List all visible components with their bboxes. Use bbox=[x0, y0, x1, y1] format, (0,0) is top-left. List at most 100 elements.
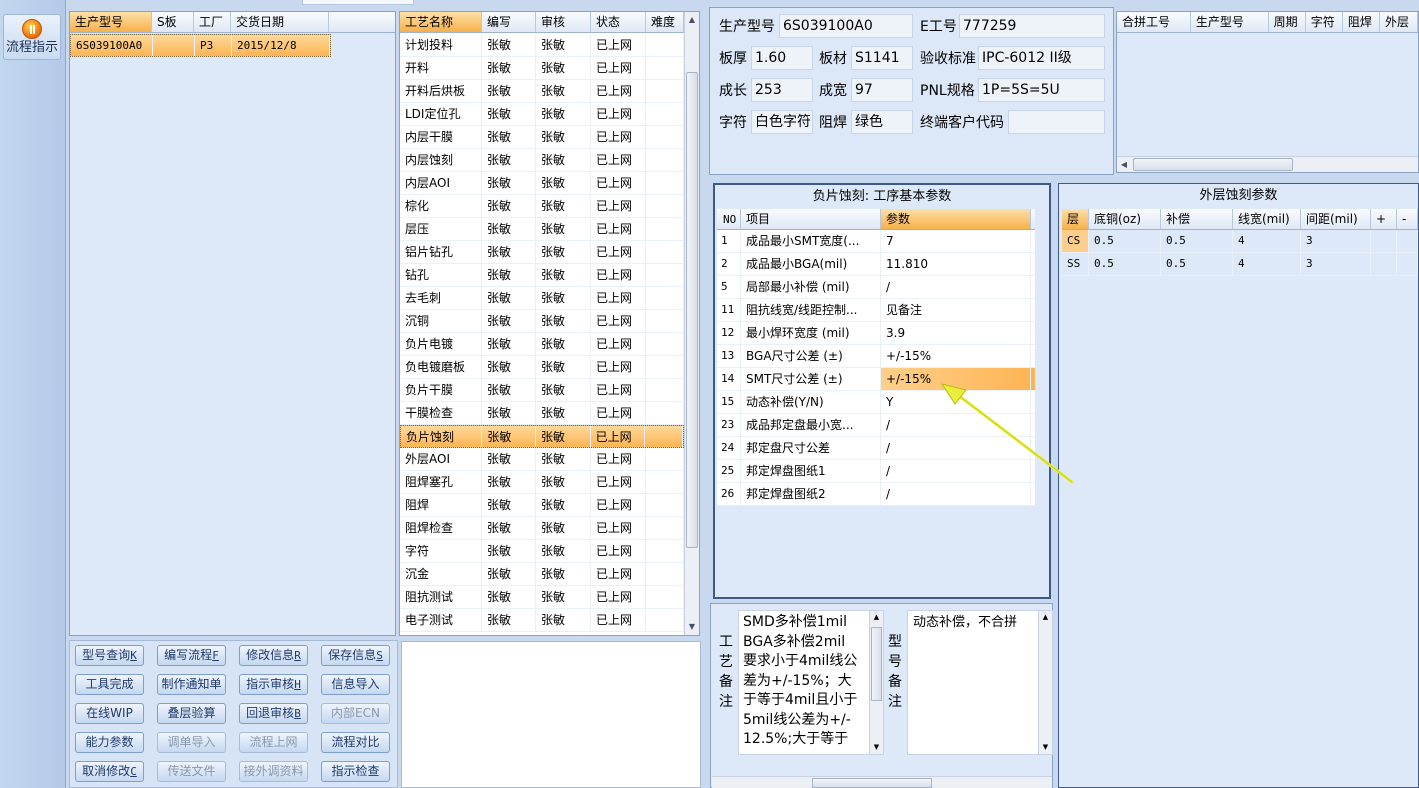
hscroll-thumb[interactable] bbox=[812, 778, 932, 788]
table-row[interactable]: 阻焊 张敏 张敏 已上网 bbox=[400, 494, 684, 517]
col-mask[interactable]: 阻焊 bbox=[1343, 12, 1380, 32]
button-4[interactable]: 工具完成 bbox=[75, 674, 144, 695]
col-reviewer[interactable]: 审核 bbox=[536, 12, 591, 32]
table-row[interactable]: 内层AOI 张敏 张敏 已上网 bbox=[400, 172, 684, 195]
table-row[interactable]: 沉金 张敏 张敏 已上网 bbox=[400, 563, 684, 586]
col-combine-model[interactable]: 生产型号 bbox=[1191, 12, 1269, 32]
scroll-up-arrow[interactable]: ▲ bbox=[1039, 611, 1052, 624]
button-0[interactable]: 型号查询K bbox=[75, 645, 144, 666]
button-17[interactable]: 传送文件 bbox=[157, 761, 226, 782]
width-field[interactable]: 97 bbox=[851, 78, 913, 102]
col-item[interactable]: 项目 bbox=[741, 209, 881, 229]
table-row[interactable]: 字符 张敏 张敏 已上网 bbox=[400, 540, 684, 563]
col-compensation[interactable]: 补偿 bbox=[1161, 209, 1233, 229]
process-note-scrollbar[interactable]: ▲ ▼ bbox=[869, 611, 883, 754]
model-field[interactable]: 6S039100A0 bbox=[779, 14, 913, 38]
table-row[interactable]: 12 最小焊环宽度 (mil) 3.9 bbox=[717, 322, 1035, 345]
button-12[interactable]: 能力参数 bbox=[75, 732, 144, 753]
table-row[interactable]: 电子测试 张敏 张敏 已上网 bbox=[400, 609, 684, 632]
col-char[interactable]: 字符 bbox=[1306, 12, 1343, 32]
col-line-width[interactable]: 线宽(mil) bbox=[1233, 209, 1301, 229]
table-row[interactable]: 阻焊检查 张敏 张敏 已上网 bbox=[400, 517, 684, 540]
scroll-left-arrow[interactable]: ◀ bbox=[1117, 157, 1131, 172]
scroll-thumb[interactable] bbox=[871, 627, 882, 701]
col-model[interactable]: 生产型号 bbox=[70, 12, 152, 32]
combine-hscrollbar[interactable]: ◀ bbox=[1117, 156, 1418, 172]
col-spacing[interactable]: 间距(mil) bbox=[1301, 209, 1371, 229]
pnl-field[interactable]: 1P=5S=5U bbox=[978, 78, 1105, 102]
table-row[interactable]: 外层AOI 张敏 张敏 已上网 bbox=[400, 448, 684, 471]
table-row[interactable]: 计划投料 张敏 张敏 已上网 bbox=[400, 34, 684, 57]
col-base-copper[interactable]: 底铜(oz) bbox=[1089, 209, 1161, 229]
customer-field[interactable] bbox=[1008, 110, 1105, 134]
table-row[interactable]: 13 BGA尺寸公差 (±) +/-15% bbox=[717, 345, 1035, 368]
table-row[interactable]: 沉铜 张敏 张敏 已上网 bbox=[400, 310, 684, 333]
notes-hscrollbar[interactable] bbox=[712, 776, 1052, 788]
col-minus[interactable]: - bbox=[1397, 209, 1418, 229]
scroll-down-arrow[interactable]: ▼ bbox=[1039, 741, 1052, 754]
col-outer[interactable]: 外层 bbox=[1380, 12, 1418, 32]
table-row[interactable]: 阻抗测试 张敏 张敏 已上网 bbox=[400, 586, 684, 609]
length-field[interactable]: 253 bbox=[751, 78, 813, 102]
scroll-down-arrow[interactable]: ▼ bbox=[870, 741, 883, 754]
col-combine-no[interactable]: 合拼工号 bbox=[1117, 12, 1191, 32]
col-difficulty[interactable]: 难度 bbox=[646, 12, 684, 32]
col-no[interactable]: NO bbox=[717, 209, 741, 229]
table-row[interactable]: CS 0.5 0.5 4 3 bbox=[1062, 230, 1418, 253]
hscroll-thumb[interactable] bbox=[1133, 158, 1293, 171]
table-row[interactable]: 6S039100A0 P3 2015/12/8 bbox=[70, 34, 331, 57]
col-writer[interactable]: 编写 bbox=[482, 12, 536, 32]
col-layer[interactable]: 层 bbox=[1062, 209, 1089, 229]
button-3[interactable]: 保存信息S bbox=[321, 645, 390, 666]
thickness-field[interactable]: 1.60 bbox=[751, 46, 813, 70]
table-row[interactable]: 干膜检查 张敏 张敏 已上网 bbox=[400, 402, 684, 425]
model-note-scrollbar[interactable]: ▲ ▼ bbox=[1038, 611, 1052, 754]
mask-field[interactable]: 绿色 bbox=[851, 110, 913, 134]
model-note-box[interactable]: 动态补偿，不合拼 ▲ ▼ bbox=[907, 610, 1053, 755]
scroll-up-arrow[interactable]: ▲ bbox=[685, 12, 699, 28]
scroll-up-arrow[interactable]: ▲ bbox=[870, 611, 883, 624]
table-row[interactable]: 开料 张敏 张敏 已上网 bbox=[400, 57, 684, 80]
table-row[interactable]: 负片干膜 张敏 张敏 已上网 bbox=[400, 379, 684, 402]
button-15[interactable]: 流程对比 bbox=[321, 732, 390, 753]
table-row[interactable]: 负片蚀刻 张敏 张敏 已上网 bbox=[400, 425, 684, 448]
button-19[interactable]: 指示检查 bbox=[321, 761, 390, 782]
button-8[interactable]: 在线WIP bbox=[75, 703, 144, 724]
scroll-thumb[interactable] bbox=[686, 72, 698, 548]
table-row[interactable]: 1 成品最小SMT宽度(... 7 bbox=[717, 230, 1035, 253]
table-row[interactable]: 开料后烘板 张敏 张敏 已上网 bbox=[400, 80, 684, 103]
material-field[interactable]: S1141 bbox=[851, 46, 913, 70]
table-row[interactable]: 负电镀磨板 张敏 张敏 已上网 bbox=[400, 356, 684, 379]
col-status[interactable]: 状态 bbox=[591, 12, 646, 32]
table-row[interactable]: 钻孔 张敏 张敏 已上网 bbox=[400, 264, 684, 287]
button-7[interactable]: 信息导入 bbox=[321, 674, 390, 695]
table-row[interactable]: 去毛刺 张敏 张敏 已上网 bbox=[400, 287, 684, 310]
button-16[interactable]: 取消修改C bbox=[75, 761, 144, 782]
button-13[interactable]: 调单导入 bbox=[157, 732, 226, 753]
col-s-board[interactable]: S板 bbox=[152, 12, 194, 32]
button-10[interactable]: 回退审核B bbox=[239, 703, 308, 724]
button-1[interactable]: 编写流程F bbox=[157, 645, 226, 666]
scroll-down-arrow[interactable]: ▼ bbox=[685, 619, 699, 635]
table-row[interactable]: SS 0.5 0.5 4 3 bbox=[1062, 253, 1418, 276]
process-scrollbar[interactable]: ▲ ▼ bbox=[684, 12, 699, 635]
char-field[interactable]: 白色字符 bbox=[751, 110, 813, 134]
table-row[interactable]: 内层干膜 张敏 张敏 已上网 bbox=[400, 126, 684, 149]
table-row[interactable]: 棕化 张敏 张敏 已上网 bbox=[400, 195, 684, 218]
button-14[interactable]: 流程上网 bbox=[239, 732, 308, 753]
button-5[interactable]: 制作通知单 bbox=[157, 674, 226, 695]
table-row[interactable]: 铝片钻孔 张敏 张敏 已上网 bbox=[400, 241, 684, 264]
table-row[interactable]: LDI定位孔 张敏 张敏 已上网 bbox=[400, 103, 684, 126]
col-param[interactable]: 参数 bbox=[881, 209, 1031, 229]
col-factory[interactable]: 工厂 bbox=[194, 12, 231, 32]
button-11[interactable]: 内部ECN bbox=[321, 703, 390, 724]
col-plus[interactable]: + bbox=[1371, 209, 1397, 229]
table-row[interactable]: 11 阻抗线宽/线距控制... 见备注 bbox=[717, 299, 1035, 322]
process-note-box[interactable]: SMD多补偿1mil BGA多补偿2mil 要求小于4mil线公 差为+/-15%；大… bbox=[738, 610, 884, 755]
table-row[interactable]: 2 成品最小BGA(mil) 11.810 bbox=[717, 253, 1035, 276]
button-9[interactable]: 叠层验算 bbox=[157, 703, 226, 724]
col-period[interactable]: 周期 bbox=[1269, 12, 1306, 32]
table-row[interactable]: 负片电镀 张敏 张敏 已上网 bbox=[400, 333, 684, 356]
table-row[interactable]: 阻焊塞孔 张敏 张敏 已上网 bbox=[400, 471, 684, 494]
button-6[interactable]: 指示审核H bbox=[239, 674, 308, 695]
